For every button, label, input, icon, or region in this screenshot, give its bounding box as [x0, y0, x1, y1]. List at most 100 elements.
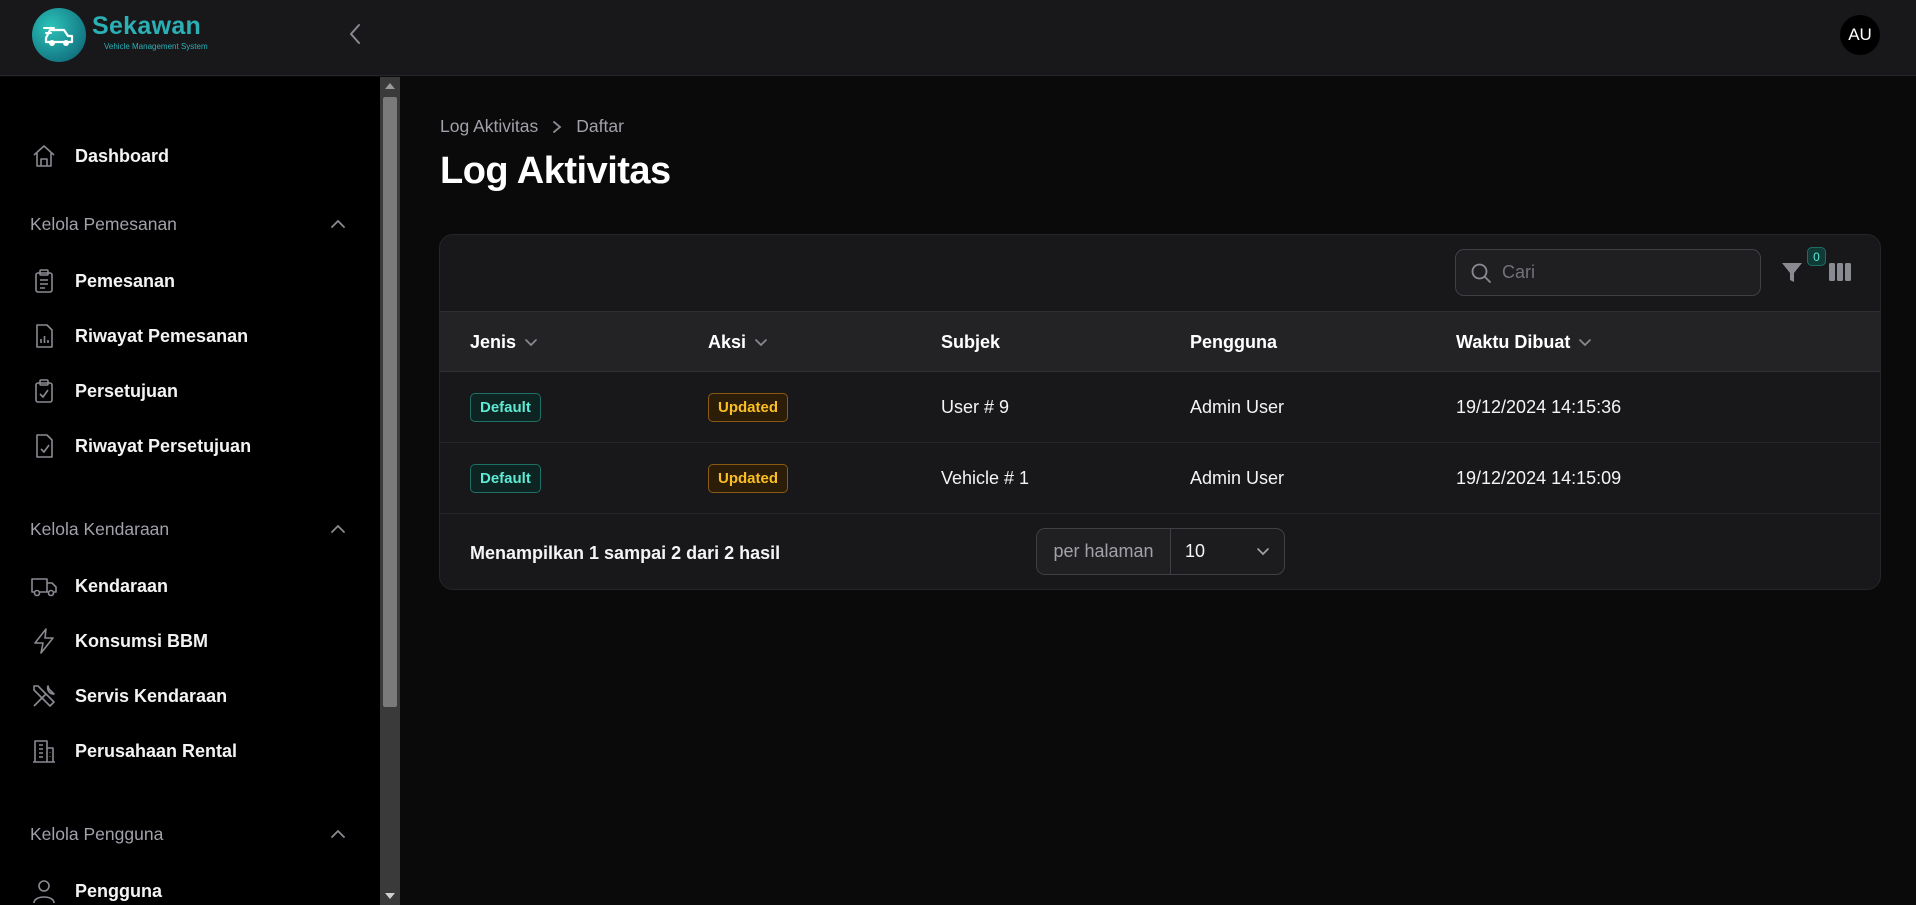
- page-title: Log Aktivitas: [440, 150, 671, 192]
- per-page-control[interactable]: per halaman 10: [1036, 528, 1285, 575]
- avatar[interactable]: AU: [1840, 15, 1880, 55]
- scroll-up-arrow-icon[interactable]: [385, 83, 395, 89]
- view-columns-icon: [1829, 263, 1851, 281]
- sidebar-item-riwayat-pemesanan[interactable]: Riwayat Pemesanan: [30, 320, 248, 352]
- table-header: Jenis Aksi Subjek Pengguna Waktu Dibuat: [440, 311, 1880, 373]
- sidebar-group-kelola-pemesanan[interactable]: Kelola Pemesanan: [30, 210, 346, 238]
- brand-tagline: Vehicle Management System: [104, 42, 208, 51]
- sidebar-item-konsumsi-bbm[interactable]: Konsumsi BBM: [30, 625, 208, 657]
- breadcrumb-link-log-aktivitas[interactable]: Log Aktivitas: [440, 116, 538, 137]
- chevron-up-icon: [331, 524, 345, 533]
- column-label: Subjek: [941, 332, 1001, 352]
- brand: Sekawan Vehicle Management System: [92, 12, 208, 51]
- cell-pengguna: Admin User: [1190, 468, 1285, 488]
- sidebar-item-label: Dashboard: [75, 145, 170, 166]
- filter-button[interactable]: [1779, 259, 1805, 285]
- cell-aksi: Updated: [708, 372, 788, 443]
- sidebar-item-label: Riwayat Persetujuan: [75, 435, 252, 456]
- funnel-icon: [1782, 263, 1802, 282]
- chevron-up-icon: [331, 219, 345, 228]
- table-row[interactable]: Default Updated User # 9 Admin User 19/1…: [440, 372, 1880, 443]
- brand-name: Sekawan: [92, 12, 202, 40]
- sidebar-item-label: Pengguna: [75, 880, 163, 901]
- sidebar-group-label: Kelola Pengguna: [30, 823, 164, 844]
- activity-log-table-card: 0 Jenis Aksi Subjek Pengguna Waktu Dibua…: [439, 234, 1881, 590]
- cell-subjek: Vehicle # 1: [941, 468, 1030, 488]
- sidebar-item-perusahaan-rental[interactable]: Perusahaan Rental: [30, 735, 237, 767]
- chevron-down-icon: [754, 338, 768, 347]
- sidebar-group-kelola-kendaraan[interactable]: Kelola Kendaraan: [30, 515, 346, 543]
- sidebar-item-label: Perusahaan Rental: [75, 740, 238, 761]
- aksi-badge: Updated: [708, 393, 788, 422]
- sidebar-item-label: Kendaraan: [75, 575, 169, 596]
- table-row[interactable]: Default Updated Vehicle # 1 Admin User 1…: [440, 443, 1880, 514]
- aksi-badge: Updated: [708, 464, 788, 493]
- cell-subjek: User # 9: [941, 397, 1010, 417]
- column-header-waktu-dibuat[interactable]: Waktu Dibuat: [1456, 312, 1592, 373]
- sidebar-item-label: Pemesanan: [75, 270, 176, 291]
- jenis-badge: Default: [470, 464, 541, 493]
- sidebar-item-label: Riwayat Pemesanan: [75, 325, 249, 346]
- sidebar-item-label: Konsumsi BBM: [75, 630, 209, 651]
- sidebar-item-pemesanan[interactable]: Pemesanan: [30, 265, 175, 297]
- breadcrumb-current: Daftar: [576, 116, 624, 136]
- cell-pengguna: Admin User: [1190, 397, 1285, 417]
- sidebar-group-label: Kelola Pemesanan: [30, 213, 177, 234]
- scrollbar-thumb[interactable]: [383, 97, 397, 707]
- sidebar-item-servis-kendaraan[interactable]: Servis Kendaraan: [30, 680, 227, 712]
- top-bar: Sekawan Vehicle Management System AU: [0, 0, 1916, 76]
- sidebar-item-label: Persetujuan: [75, 380, 179, 401]
- sidebar-group-kelola-pengguna[interactable]: Kelola Pengguna: [30, 820, 346, 848]
- cell-waktu: 19/12/2024 14:15:09: [1456, 468, 1622, 488]
- scroll-down-arrow-icon[interactable]: [385, 893, 395, 899]
- sidebar-item-label: Servis Kendaraan: [75, 685, 228, 706]
- sidebar-item-dashboard[interactable]: Dashboard: [30, 140, 169, 172]
- building-icon: [30, 737, 58, 765]
- clipboard-check-icon: [30, 377, 58, 405]
- document-chart-icon: [30, 322, 58, 350]
- per-page-value: 10: [1185, 541, 1206, 561]
- per-page-select[interactable]: 10: [1171, 529, 1284, 574]
- sidebar-item-pengguna[interactable]: Pengguna: [30, 875, 162, 905]
- sidebar-group-label: Kelola Kendaraan: [30, 518, 170, 539]
- clipboard-list-icon: [30, 267, 58, 295]
- chevron-down-icon: [1578, 338, 1592, 347]
- toggle-columns-button[interactable]: [1827, 259, 1853, 285]
- truck-icon: [30, 572, 58, 600]
- chevron-right-icon: [552, 120, 562, 134]
- wrench-screwdriver-icon: [30, 682, 58, 710]
- sidebar-item-kendaraan[interactable]: Kendaraan: [30, 570, 168, 602]
- column-label: Pengguna: [1190, 332, 1278, 352]
- home-icon: [30, 142, 58, 170]
- sidebar-item-riwayat-persetujuan[interactable]: Riwayat Persetujuan: [30, 430, 251, 462]
- cell-waktu: 19/12/2024 14:15:36: [1456, 397, 1622, 417]
- column-label: Aksi: [708, 332, 747, 352]
- chevron-left-icon: [350, 24, 360, 44]
- breadcrumb: Log Aktivitas Daftar: [440, 116, 624, 137]
- chevron-down-icon: [1257, 548, 1269, 556]
- brand-logo-icon[interactable]: [32, 8, 86, 62]
- cell-jenis: Default: [470, 372, 541, 443]
- table-toolbar: 0: [440, 235, 1880, 311]
- column-header-aksi[interactable]: Aksi: [708, 312, 768, 373]
- sidebar-item-persetujuan[interactable]: Persetujuan: [30, 375, 178, 407]
- jenis-badge: Default: [470, 393, 541, 422]
- cell-jenis: Default: [470, 443, 541, 514]
- search-icon: [1471, 263, 1491, 283]
- column-label: Waktu Dibuat: [1456, 332, 1571, 352]
- column-header-subjek: Subjek: [941, 312, 1000, 373]
- chevron-up-icon: [331, 829, 345, 838]
- pagination-summary: Menampilkan 1 sampai 2 dari 2 hasil: [470, 543, 781, 563]
- collapse-sidebar-button[interactable]: [343, 22, 367, 46]
- sidebar: Dashboard Kelola Pemesanan Pemesanan Riw…: [0, 77, 380, 905]
- column-label: Jenis: [470, 332, 517, 352]
- search-input[interactable]: [1502, 262, 1742, 283]
- column-header-pengguna: Pengguna: [1190, 312, 1277, 373]
- user-icon: [30, 877, 58, 905]
- filter-count-badge: 0: [1807, 247, 1826, 266]
- document-check-icon: [30, 432, 58, 460]
- bolt-icon: [30, 627, 58, 655]
- column-header-jenis[interactable]: Jenis: [470, 312, 538, 373]
- search-field[interactable]: [1455, 249, 1761, 296]
- sidebar-scrollbar[interactable]: [380, 77, 400, 905]
